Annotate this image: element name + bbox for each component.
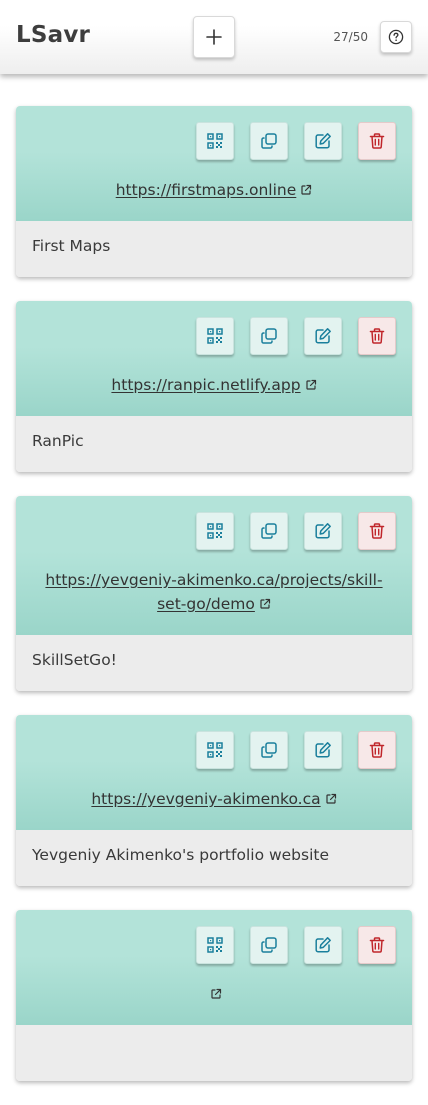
card-actions [32, 317, 396, 355]
edit-button[interactable] [304, 731, 342, 769]
external-link-icon [305, 374, 317, 398]
external-link-icon [325, 788, 337, 812]
qr-code-icon [206, 741, 224, 759]
qr-code-icon [206, 522, 224, 540]
link-card-header: https://ranpic.netlify.app [16, 301, 412, 416]
qr-code-icon [206, 327, 224, 345]
link-url-row: https://yevgeniy-akimenko.ca/projects/sk… [32, 568, 396, 617]
link-card [16, 910, 412, 1081]
link-list: https://firstmaps.online First Maps https:… [16, 106, 412, 1105]
plus-icon [206, 29, 222, 45]
link-counter: 27/50 [333, 30, 368, 44]
qr-code-button[interactable] [196, 317, 234, 355]
trash-icon [368, 522, 386, 540]
edit-icon [314, 936, 332, 954]
link-card-header: https://firstmaps.online [16, 106, 412, 221]
edit-button[interactable] [304, 926, 342, 964]
delete-button[interactable] [358, 512, 396, 550]
copy-button[interactable] [250, 926, 288, 964]
link-name: RanPic [16, 416, 412, 472]
link-name: Yevgeniy Akimenko's portfolio website [16, 830, 412, 886]
link-card: https://yevgeniy-akimenko.ca/projects/sk… [16, 496, 412, 691]
edit-button[interactable] [304, 317, 342, 355]
edit-button[interactable] [304, 122, 342, 160]
trash-icon [368, 741, 386, 759]
card-actions [32, 926, 396, 964]
copy-icon [260, 522, 278, 540]
link-url-row: https://ranpic.netlify.app [32, 373, 396, 398]
qr-code-button[interactable] [196, 926, 234, 964]
link-url[interactable]: https://ranpic.netlify.app [111, 376, 300, 394]
trash-icon [368, 132, 386, 150]
qr-code-button[interactable] [196, 122, 234, 160]
delete-button[interactable] [358, 317, 396, 355]
edit-icon [314, 741, 332, 759]
link-card-header: https://yevgeniy-akimenko.ca/projects/sk… [16, 496, 412, 635]
qr-code-button[interactable] [196, 731, 234, 769]
copy-icon [260, 936, 278, 954]
app-logo: LSavr [16, 22, 91, 48]
link-url[interactable]: https://yevgeniy-akimenko.ca [91, 790, 320, 808]
copy-icon [260, 741, 278, 759]
external-link-icon [300, 179, 312, 203]
trash-icon [368, 327, 386, 345]
card-actions [32, 512, 396, 550]
link-url-row: https://firstmaps.online [32, 178, 396, 203]
copy-button[interactable] [250, 731, 288, 769]
delete-button[interactable] [358, 926, 396, 964]
delete-button[interactable] [358, 122, 396, 160]
app-header: LSavr 27/50 [0, 0, 428, 74]
link-name: First Maps [16, 221, 412, 277]
edit-button[interactable] [304, 512, 342, 550]
link-name: SkillSetGo! [16, 635, 412, 691]
edit-icon [314, 522, 332, 540]
copy-button[interactable] [250, 122, 288, 160]
link-url[interactable]: https://yevgeniy-akimenko.ca/projects/sk… [45, 571, 382, 613]
card-actions [32, 122, 396, 160]
external-link-icon [210, 983, 222, 1007]
link-card-header: https://yevgeniy-akimenko.ca [16, 715, 412, 830]
copy-button[interactable] [250, 512, 288, 550]
link-url[interactable]: https://firstmaps.online [116, 181, 297, 199]
trash-icon [368, 936, 386, 954]
add-link-button[interactable] [193, 16, 235, 58]
link-name [16, 1025, 412, 1081]
card-actions [32, 731, 396, 769]
link-card-header [16, 910, 412, 1025]
link-url-row [32, 982, 396, 1007]
edit-icon [314, 132, 332, 150]
copy-icon [260, 327, 278, 345]
link-url-row: https://yevgeniy-akimenko.ca [32, 787, 396, 812]
question-circle-icon [388, 29, 404, 45]
help-button[interactable] [380, 21, 412, 53]
external-link-icon [259, 593, 271, 617]
qr-code-icon [206, 936, 224, 954]
delete-button[interactable] [358, 731, 396, 769]
edit-icon [314, 327, 332, 345]
copy-icon [260, 132, 278, 150]
link-card: https://ranpic.netlify.app RanPic [16, 301, 412, 472]
link-card: https://firstmaps.online First Maps [16, 106, 412, 277]
qr-code-button[interactable] [196, 512, 234, 550]
copy-button[interactable] [250, 317, 288, 355]
link-card: https://yevgeniy-akimenko.ca Yevgeniy Aki… [16, 715, 412, 886]
qr-code-icon [206, 132, 224, 150]
